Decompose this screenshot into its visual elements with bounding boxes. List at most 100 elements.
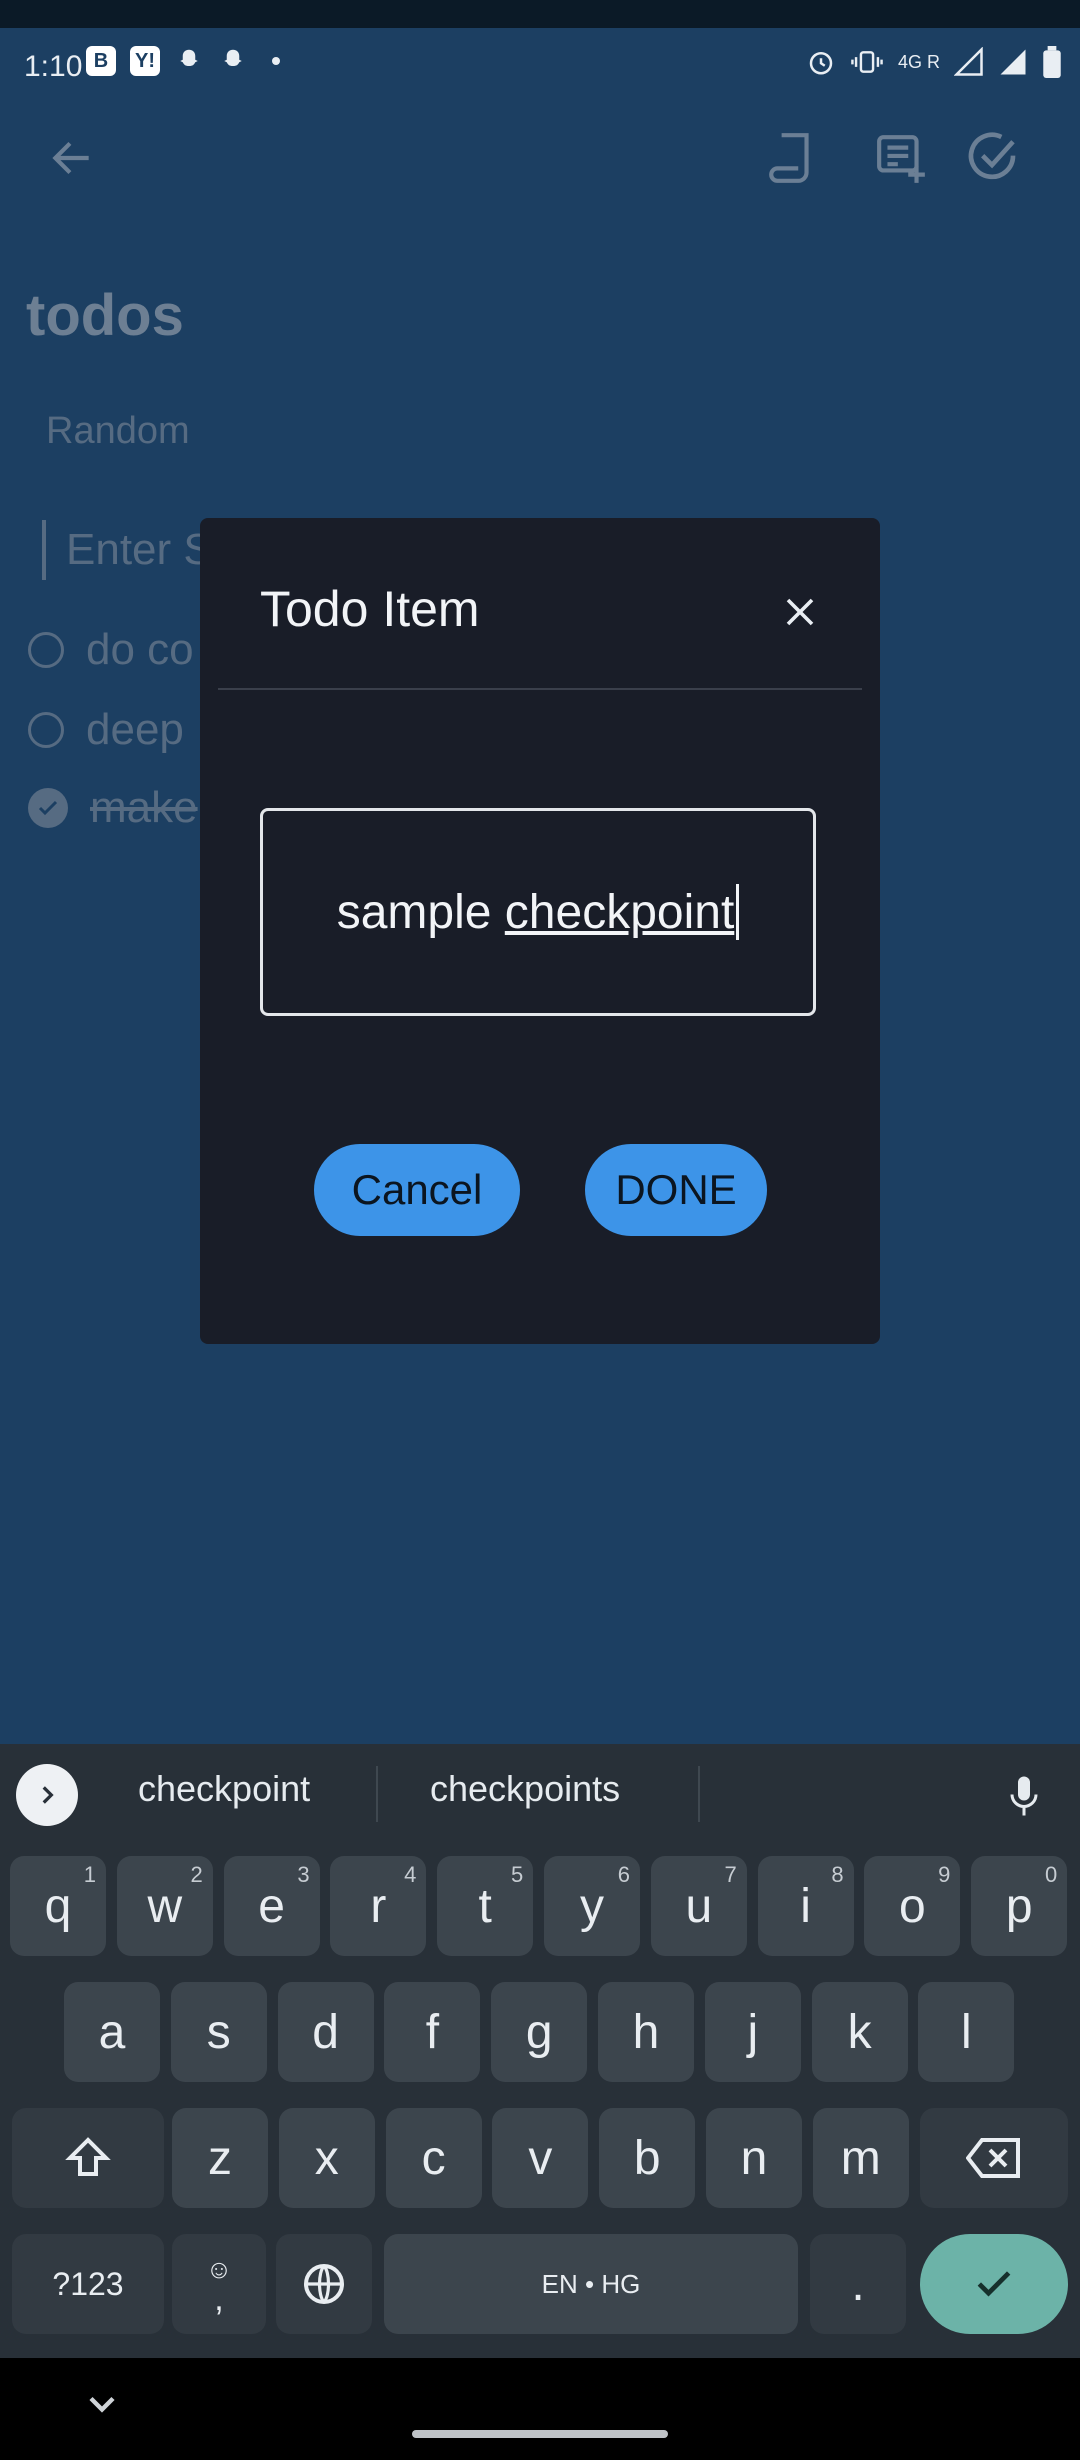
yahoo-icon: Y!	[130, 46, 160, 76]
key-v[interactable]: v	[492, 2108, 589, 2208]
status-bar: 1:10 B Y! 4G R	[0, 28, 1080, 104]
key-label: p	[1005, 1879, 1033, 1933]
text-cursor	[736, 884, 740, 940]
globe-icon	[304, 2264, 344, 2304]
key-l[interactable]: l	[918, 1982, 1015, 2082]
todo-item-completed[interactable]: make	[28, 780, 198, 836]
category-label[interactable]: Random	[46, 410, 190, 453]
period-key[interactable]: .	[810, 2234, 906, 2334]
checkmark-icon	[38, 800, 58, 816]
todo-item[interactable]: deep	[28, 702, 184, 758]
backspace-icon	[966, 2138, 1020, 2178]
key-number-hint: 9	[938, 1862, 951, 1887]
key-label: q	[44, 1879, 72, 1933]
key-i[interactable]: i8	[757, 1856, 854, 1956]
alarm-icon	[809, 52, 833, 75]
back-button[interactable]	[36, 122, 108, 194]
status-time: 1:10	[24, 50, 83, 83]
key-number-hint: 0	[1044, 1862, 1058, 1887]
key-n[interactable]: n	[706, 2108, 802, 2208]
key-r[interactable]: r4	[330, 1856, 427, 1956]
key-number-hint: 5	[510, 1862, 524, 1887]
shift-icon	[65, 2137, 111, 2176]
key-z[interactable]: z	[172, 2108, 268, 2208]
dialog-title: Todo Item	[260, 581, 480, 637]
key-w[interactable]: w2	[116, 1856, 213, 1956]
key-j[interactable]: j	[704, 1982, 801, 2082]
backspace-key[interactable]	[920, 2108, 1068, 2208]
language-key[interactable]	[276, 2234, 372, 2334]
notes-button[interactable]	[756, 122, 828, 194]
key-number-hint: 6	[617, 1862, 630, 1887]
key-h[interactable]: h	[598, 1982, 694, 2082]
enter-key[interactable]	[920, 2234, 1068, 2334]
done-button[interactable]: DONE	[585, 1144, 767, 1236]
check-button[interactable]	[956, 122, 1028, 194]
key-c[interactable]: c	[385, 2108, 482, 2208]
cancel-button[interactable]: Cancel	[314, 1144, 520, 1236]
key-o[interactable]: o9	[864, 1856, 961, 1956]
key-s[interactable]: s	[170, 1982, 267, 2082]
add-list-button[interactable]	[866, 122, 938, 194]
key-label: y	[580, 1879, 604, 1933]
key-number-hint: 8	[831, 1862, 844, 1887]
notification-icons: B Y!	[86, 46, 280, 76]
emoji-comma-key[interactable]: ☺ ,	[172, 2234, 266, 2334]
todo-checkbox[interactable]	[28, 632, 64, 668]
key-x[interactable]: x	[278, 2108, 375, 2208]
checkmark-icon	[977, 2271, 1011, 2297]
key-g[interactable]: g	[491, 1982, 588, 2082]
battery-icon	[1043, 46, 1061, 78]
signal-icon	[954, 47, 983, 76]
key-k[interactable]: k	[811, 1982, 908, 2082]
key-label: w	[147, 1879, 183, 1933]
todo-checkbox[interactable]	[28, 712, 64, 748]
key-b[interactable]: b	[599, 2108, 696, 2208]
home-handle[interactable]	[412, 2430, 668, 2438]
todo-text-field[interactable]: sample checkpoint	[260, 808, 816, 1016]
key-number-hint: 2	[190, 1862, 203, 1887]
check-circle-icon	[968, 132, 1016, 180]
key-f[interactable]: f	[384, 1982, 481, 2082]
system-icons: 4G R	[806, 46, 1062, 78]
b-app-icon: B	[86, 46, 116, 76]
key-u[interactable]: u7	[650, 1856, 747, 1956]
dialog-divider	[218, 688, 862, 690]
expand-toolbar-button[interactable]	[16, 1764, 78, 1826]
key-label: t	[478, 1879, 492, 1933]
suggestion-divider	[376, 1766, 378, 1822]
key-d[interactable]: d	[277, 1982, 374, 2082]
new-todo-input[interactable]: Enter S	[42, 520, 213, 580]
scroll-icon	[769, 133, 809, 183]
todo-item[interactable]: do co	[28, 622, 194, 678]
todo-label: make	[90, 783, 198, 832]
symbols-key[interactable]: ?123	[12, 2234, 164, 2334]
space-key[interactable]: EN • HG	[384, 2234, 798, 2334]
key-label: i	[800, 1879, 811, 1933]
network-type: 4G R	[897, 51, 940, 72]
snapchat-icon	[180, 49, 198, 66]
back-arrow-icon	[52, 141, 89, 175]
vibrate-icon	[851, 51, 883, 73]
key-number-hint: 1	[83, 1862, 96, 1887]
key-p[interactable]: p0	[971, 1856, 1068, 1956]
voice-input-button[interactable]	[996, 1768, 1052, 1824]
todo-checked-icon[interactable]	[28, 788, 68, 828]
key-a[interactable]: a	[64, 1982, 160, 2082]
suggestion-item[interactable]: checkpoints	[430, 1768, 620, 1810]
key-m[interactable]: m	[812, 2108, 909, 2208]
more-notifications-dot	[272, 57, 280, 65]
key-q[interactable]: q1	[10, 1856, 106, 1956]
key-t[interactable]: t5	[437, 1856, 534, 1956]
hide-keyboard-icon[interactable]	[80, 2382, 124, 2426]
key-label: e	[258, 1879, 285, 1933]
todo-label: deep	[86, 705, 184, 754]
navigation-bar	[0, 2358, 1080, 2460]
key-y[interactable]: y6	[544, 1856, 640, 1956]
shift-key[interactable]	[12, 2108, 164, 2208]
close-button[interactable]	[776, 588, 824, 636]
status-bar-top	[0, 0, 1080, 28]
todo-item-dialog: Todo Item sample checkpoint Cancel DONE	[200, 518, 880, 1344]
key-e[interactable]: e3	[223, 1856, 320, 1956]
suggestion-item[interactable]: checkpoint	[138, 1768, 310, 1810]
